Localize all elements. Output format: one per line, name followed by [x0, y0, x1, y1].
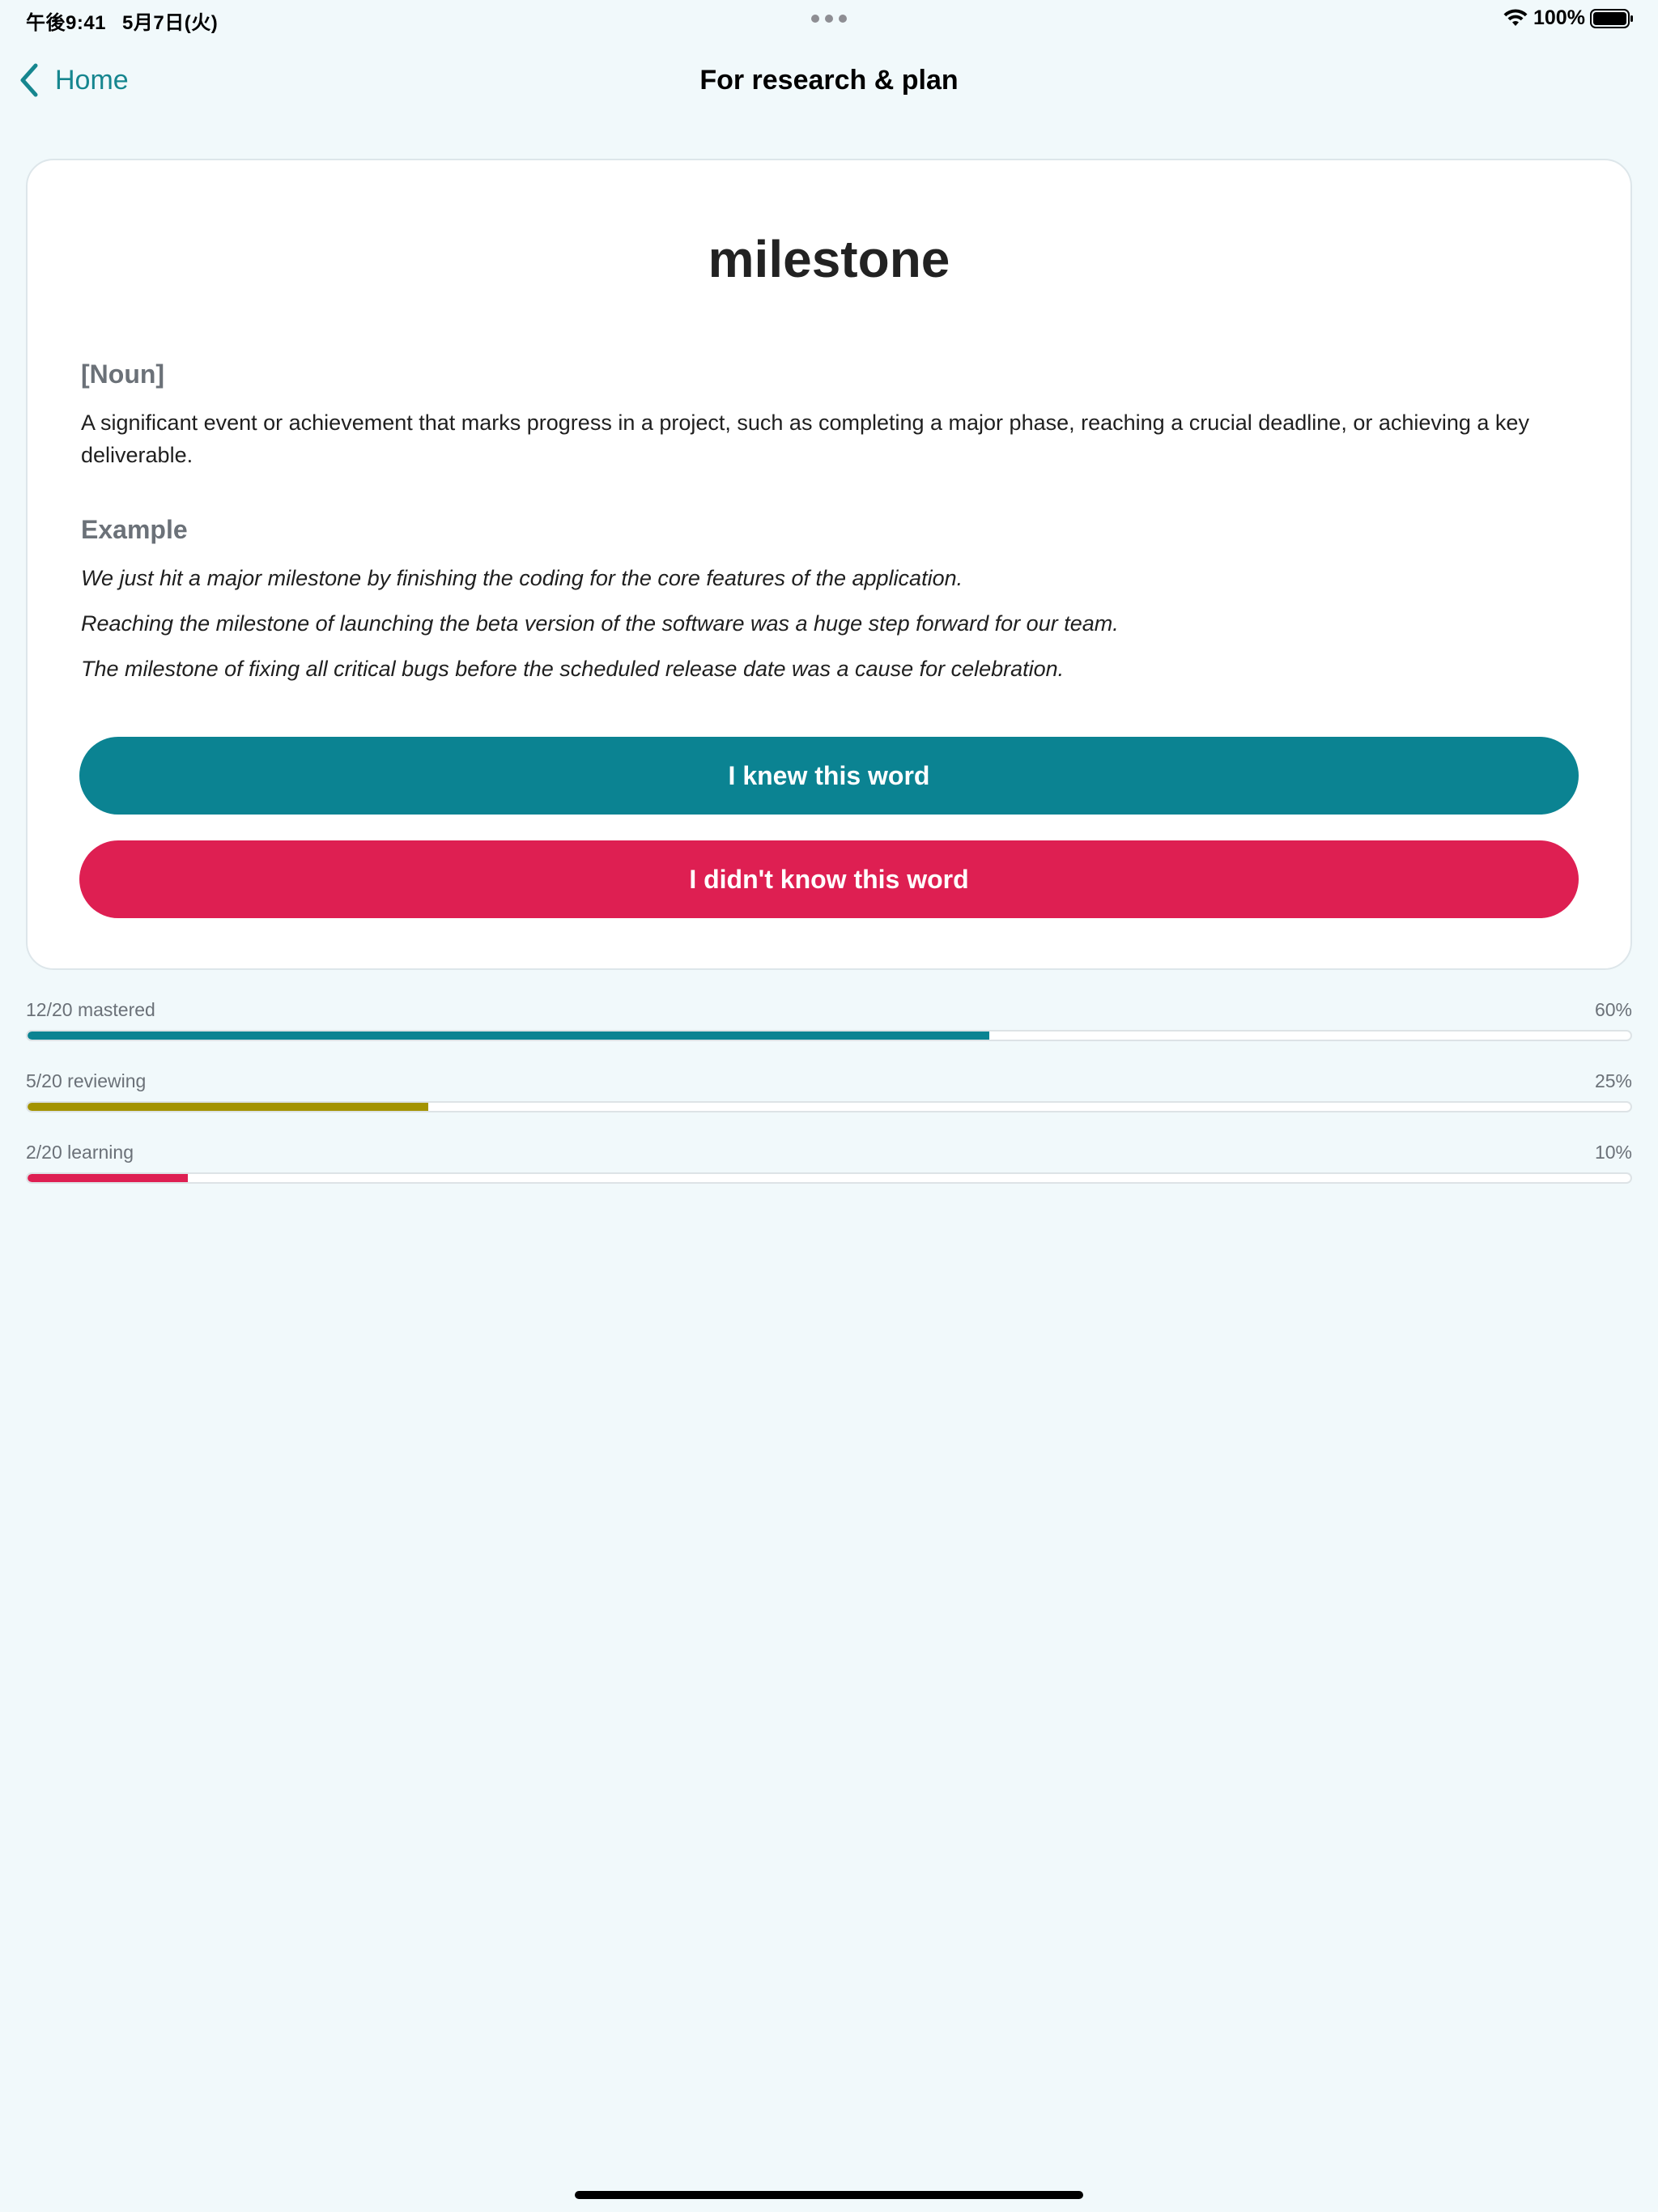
progress-reviewing: 5/20 reviewing 25%: [26, 1070, 1632, 1127]
flashcard: milestone [Noun] A significant event or …: [26, 159, 1632, 970]
page-title: For research & plan: [699, 65, 959, 96]
progress-fill: [28, 1174, 188, 1182]
multitasking-dots-icon[interactable]: [811, 15, 847, 23]
battery-percent: 100%: [1533, 6, 1585, 29]
chevron-left-icon: [20, 63, 38, 97]
progress-percent: 60%: [1594, 999, 1632, 1020]
definition: A significant event or achievement that …: [81, 410, 1529, 467]
word-title: milestone: [708, 230, 950, 288]
progress-mastered: 12/20 mastered 60%: [26, 999, 1632, 1056]
progress-fill: [28, 1032, 989, 1040]
progress-fill: [28, 1103, 428, 1111]
progress-label: 5/20 reviewing: [26, 1070, 147, 1091]
wifi-icon: [1503, 9, 1528, 26]
progress-track: [26, 1172, 1632, 1184]
progress-track: [26, 1101, 1632, 1112]
part-of-speech: [Noun]: [81, 359, 165, 389]
battery-icon: [1590, 9, 1633, 28]
progress-label: 12/20 mastered: [26, 999, 155, 1020]
home-indicator[interactable]: [575, 2191, 1083, 2199]
example-sentence: Reaching the milestone of launching the …: [81, 611, 1119, 636]
progress-learning: 2/20 learning 10%: [26, 1142, 1632, 1198]
knew-word-button[interactable]: I knew this word: [79, 737, 1579, 815]
progress-label: 2/20 learning: [26, 1142, 134, 1163]
progress-percent: 10%: [1594, 1142, 1632, 1163]
didnt-know-word-button[interactable]: I didn't know this word: [79, 840, 1579, 918]
example-sentence: The milestone of fixing all critical bug…: [81, 657, 1065, 681]
status-clock: 午後9:41: [26, 12, 107, 34]
status-date: 5月7日(火): [122, 12, 219, 34]
status-time: 午後9:41 5月7日(火): [26, 6, 218, 35]
progress-percent: 25%: [1594, 1070, 1632, 1091]
status-bar: 午後9:41 5月7日(火) 100%: [0, 0, 1658, 39]
example-sentence: We just hit a major milestone by finishi…: [81, 566, 963, 590]
example-heading: Example: [81, 515, 188, 544]
back-button-label: Home: [55, 64, 129, 96]
back-button[interactable]: Home: [18, 60, 129, 100]
progress-track: [26, 1030, 1632, 1041]
